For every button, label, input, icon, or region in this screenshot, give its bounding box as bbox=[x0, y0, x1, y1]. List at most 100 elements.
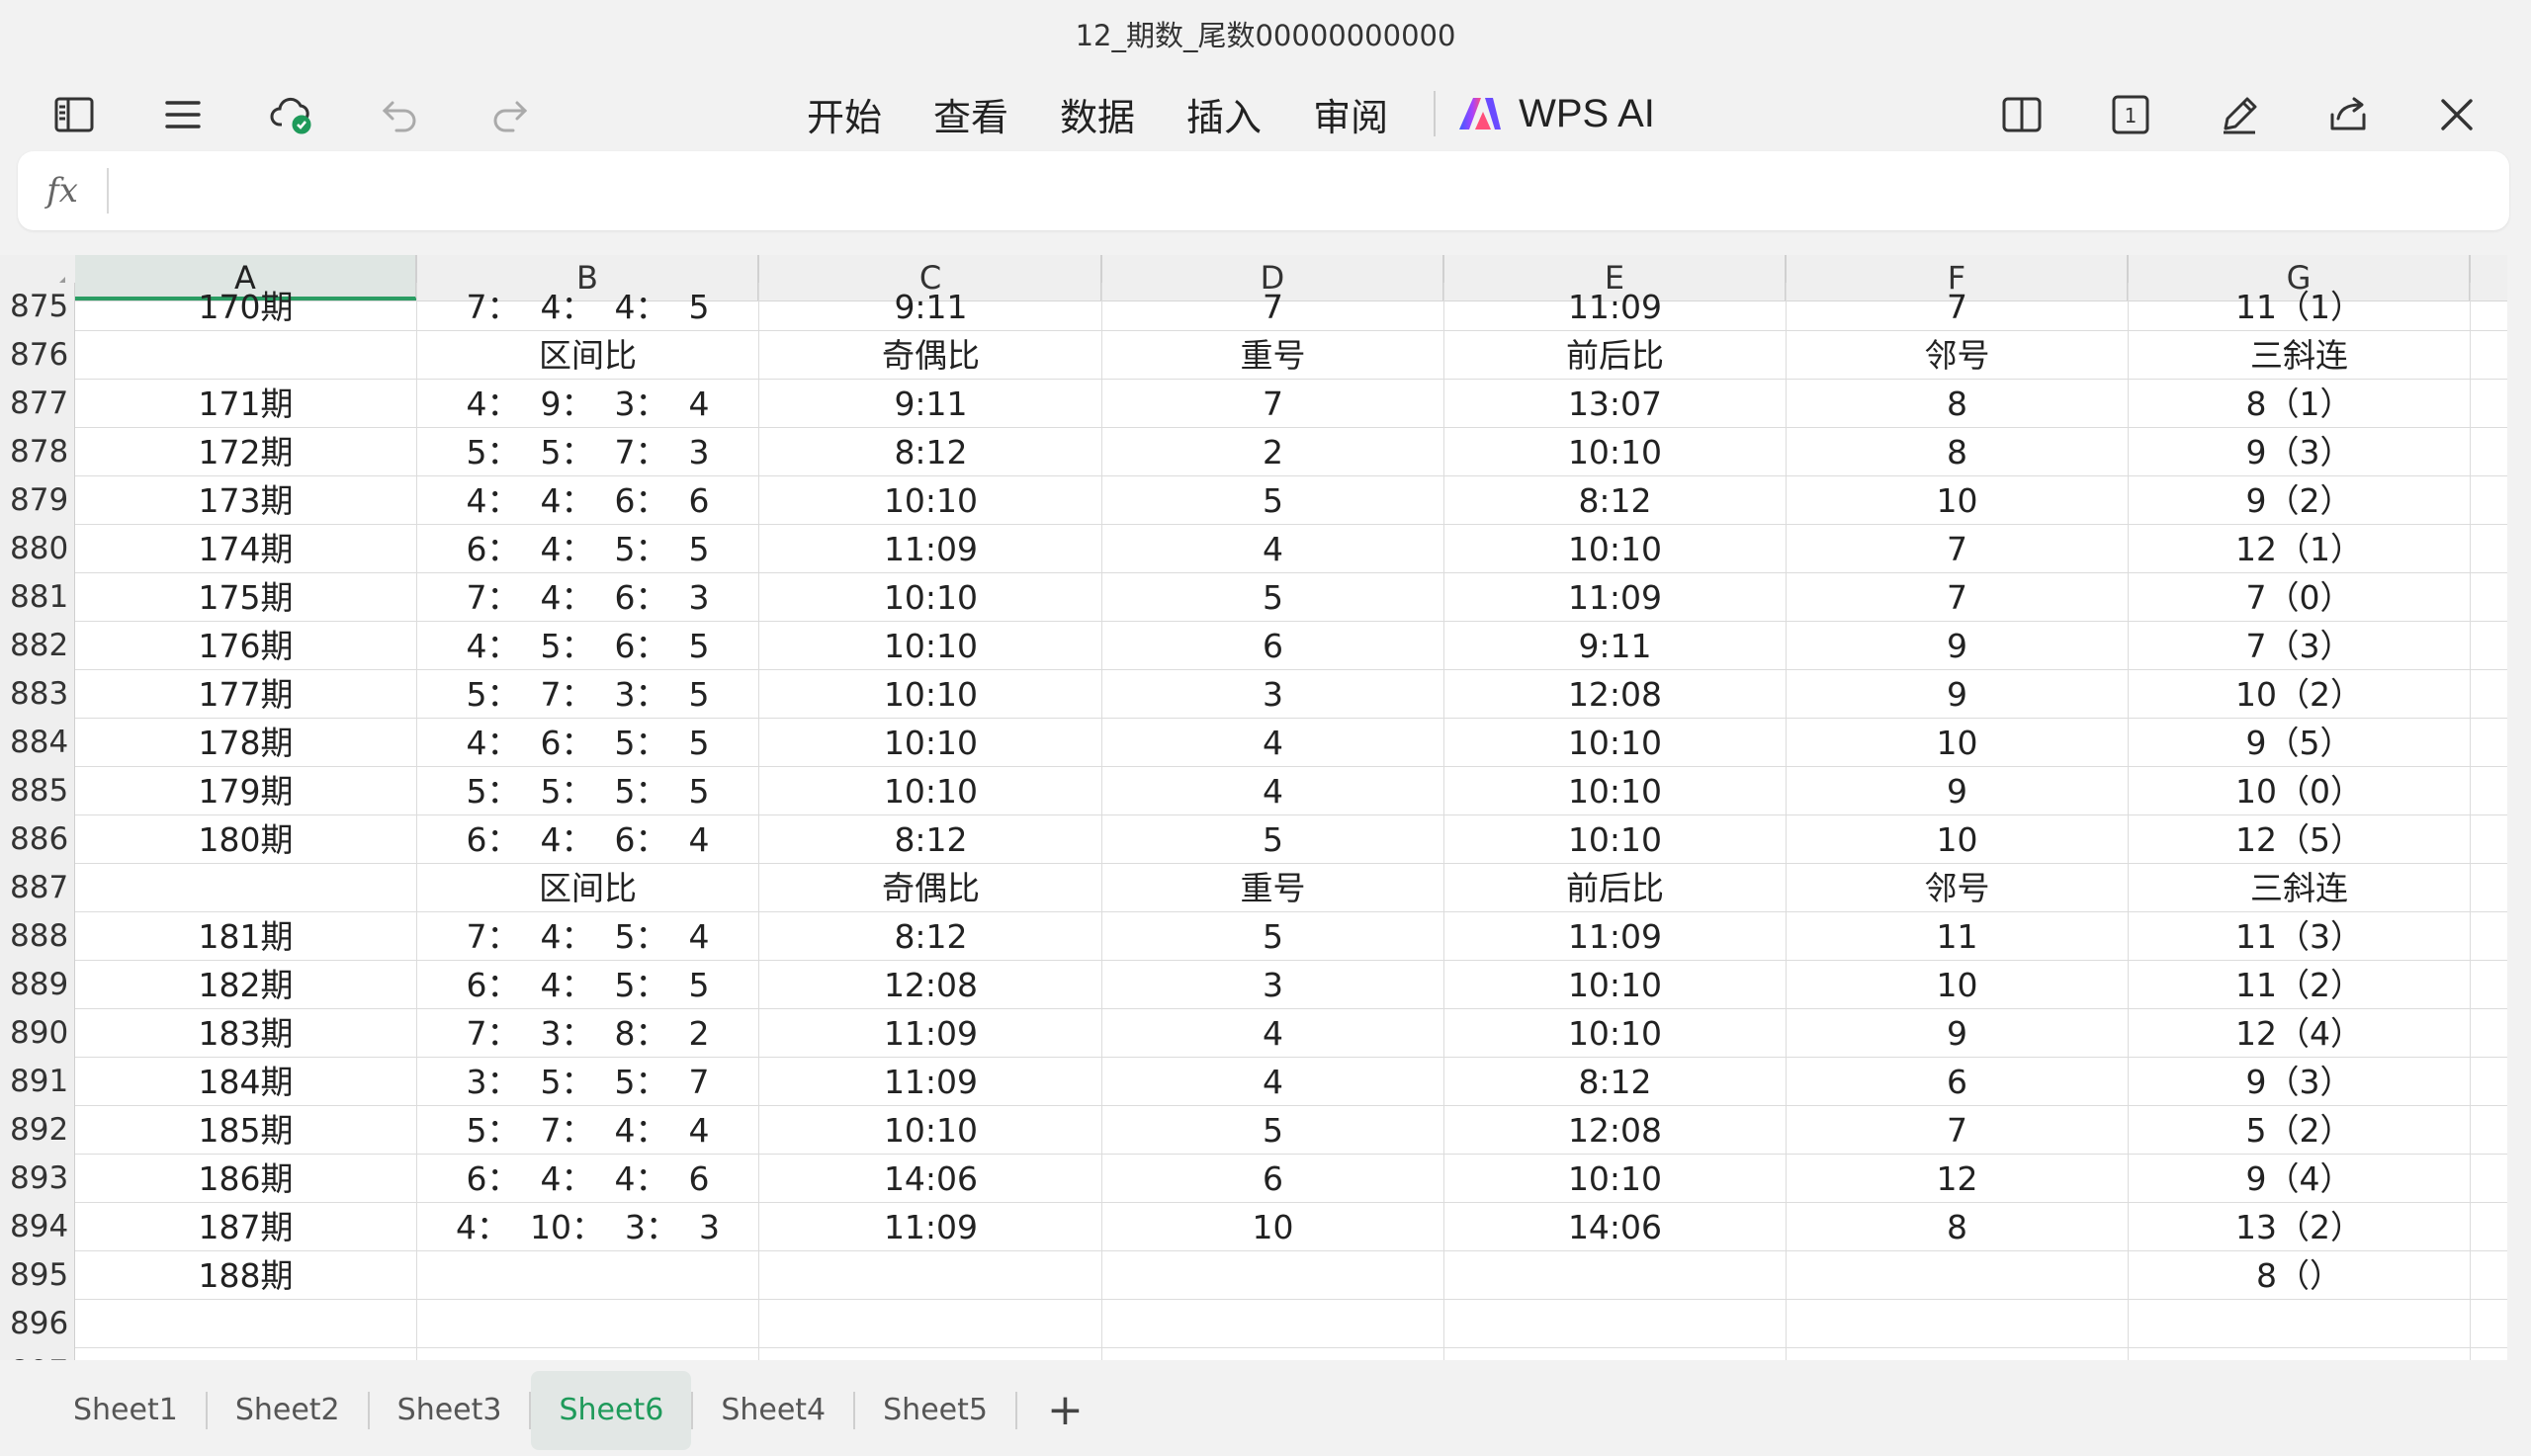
cell-e883[interactable]: 12:08 bbox=[1444, 670, 1787, 719]
cell-b886[interactable]: 6： 4： 6： 4 bbox=[417, 815, 759, 864]
cell-c892[interactable]: 10:10 bbox=[760, 1106, 1102, 1155]
cell-d880[interactable]: 4 bbox=[1102, 525, 1444, 573]
cell-b880[interactable]: 6： 4： 5： 5 bbox=[417, 525, 759, 573]
tab-sheet2[interactable]: Sheet2 bbox=[208, 1371, 368, 1450]
cell-e875[interactable]: 11:09 bbox=[1444, 283, 1787, 331]
page-count-icon[interactable]: 1 bbox=[2102, 86, 2159, 143]
cell-g879[interactable]: 9（2） bbox=[2129, 476, 2471, 525]
cell-d886[interactable]: 5 bbox=[1102, 815, 1444, 864]
cell-a876[interactable] bbox=[75, 331, 417, 380]
cell-g883[interactable]: 10（2） bbox=[2129, 670, 2471, 719]
cell-d887[interactable]: 重号 bbox=[1102, 864, 1444, 912]
cell-e877[interactable]: 13:07 bbox=[1444, 380, 1787, 428]
cell-e882[interactable]: 9:11 bbox=[1444, 622, 1787, 670]
row-number[interactable]: 895 bbox=[0, 1251, 75, 1300]
cell-g893[interactable]: 9（4） bbox=[2129, 1155, 2471, 1203]
cell-c893[interactable]: 14:06 bbox=[760, 1155, 1102, 1203]
cell-d891[interactable]: 4 bbox=[1102, 1058, 1444, 1106]
cell-f884[interactable]: 10 bbox=[1787, 719, 2129, 767]
cell-g890[interactable]: 12（4） bbox=[2129, 1009, 2471, 1058]
cell-b894[interactable]: 4： 10： 3： 3 bbox=[417, 1203, 759, 1251]
cell-e892[interactable]: 12:08 bbox=[1444, 1106, 1787, 1155]
cell-b890[interactable]: 7： 3： 8： 2 bbox=[417, 1009, 759, 1058]
cell-g889[interactable]: 11（2） bbox=[2129, 961, 2471, 1009]
cell-g880[interactable]: 12（1） bbox=[2129, 525, 2471, 573]
cell-e878[interactable]: 10:10 bbox=[1444, 428, 1787, 476]
cell-e880[interactable]: 10:10 bbox=[1444, 525, 1787, 573]
cell-c879[interactable]: 10:10 bbox=[760, 476, 1102, 525]
cell-c875[interactable]: 9:11 bbox=[760, 283, 1102, 331]
cell-d888[interactable]: 5 bbox=[1102, 912, 1444, 961]
cell-g895[interactable]: 8（） bbox=[2129, 1251, 2471, 1300]
cell-d882[interactable]: 6 bbox=[1102, 622, 1444, 670]
cell-d875[interactable]: 7 bbox=[1102, 283, 1444, 331]
cell-b878[interactable]: 5： 5： 7： 3 bbox=[417, 428, 759, 476]
cell-e891[interactable]: 8:12 bbox=[1444, 1058, 1787, 1106]
cell-d889[interactable]: 3 bbox=[1102, 961, 1444, 1009]
cell-a887[interactable] bbox=[75, 864, 417, 912]
cell-e890[interactable]: 10:10 bbox=[1444, 1009, 1787, 1058]
cell-c884[interactable]: 10:10 bbox=[760, 719, 1102, 767]
cell-a894[interactable]: 187期 bbox=[75, 1203, 417, 1251]
cell-c882[interactable]: 10:10 bbox=[760, 622, 1102, 670]
cell-e887[interactable]: 前后比 bbox=[1444, 864, 1787, 912]
cell-b895[interactable] bbox=[417, 1251, 759, 1300]
cell-g892[interactable]: 5（2） bbox=[2129, 1106, 2471, 1155]
cell-c881[interactable]: 10:10 bbox=[760, 573, 1102, 622]
cell-d879[interactable]: 5 bbox=[1102, 476, 1444, 525]
cell-b893[interactable]: 6： 4： 4： 6 bbox=[417, 1155, 759, 1203]
cell-d885[interactable]: 4 bbox=[1102, 767, 1444, 815]
row-number[interactable]: 893 bbox=[0, 1155, 75, 1203]
cell-f894[interactable]: 8 bbox=[1787, 1203, 2129, 1251]
menu-item-insert[interactable]: 插入 bbox=[1161, 87, 1287, 141]
cell-g875[interactable]: 11（1） bbox=[2129, 283, 2471, 331]
cell-e888[interactable]: 11:09 bbox=[1444, 912, 1787, 961]
cell-d892[interactable]: 5 bbox=[1102, 1106, 1444, 1155]
cell-d897[interactable] bbox=[1102, 1348, 1444, 1360]
cell-c886[interactable]: 8:12 bbox=[760, 815, 1102, 864]
cell-g886[interactable]: 12（5） bbox=[2129, 815, 2471, 864]
formula-input[interactable] bbox=[109, 151, 2509, 230]
cell-f880[interactable]: 7 bbox=[1787, 525, 2129, 573]
cell-c876[interactable]: 奇偶比 bbox=[760, 331, 1102, 380]
cell-b885[interactable]: 5： 5： 5： 5 bbox=[417, 767, 759, 815]
wps-ai-button[interactable]: WPS AI bbox=[1455, 92, 1655, 136]
cell-f891[interactable]: 6 bbox=[1787, 1058, 2129, 1106]
cell-g881[interactable]: 7（0） bbox=[2129, 573, 2471, 622]
cell-b889[interactable]: 6： 4： 5： 5 bbox=[417, 961, 759, 1009]
cell-f878[interactable]: 8 bbox=[1787, 428, 2129, 476]
cell-c894[interactable]: 11:09 bbox=[760, 1203, 1102, 1251]
cell-c885[interactable]: 10:10 bbox=[760, 767, 1102, 815]
cell-b897[interactable] bbox=[417, 1348, 759, 1360]
cell-c883[interactable]: 10:10 bbox=[760, 670, 1102, 719]
split-view-icon[interactable] bbox=[1993, 86, 2051, 143]
cell-g891[interactable]: 9（3） bbox=[2129, 1058, 2471, 1106]
cell-g876[interactable]: 三斜连 bbox=[2129, 331, 2471, 380]
cell-d883[interactable]: 3 bbox=[1102, 670, 1444, 719]
cell-f882[interactable]: 9 bbox=[1787, 622, 2129, 670]
cell-d896[interactable] bbox=[1102, 1300, 1444, 1348]
cell-c880[interactable]: 11:09 bbox=[760, 525, 1102, 573]
cell-f881[interactable]: 7 bbox=[1787, 573, 2129, 622]
cell-e893[interactable]: 10:10 bbox=[1444, 1155, 1787, 1203]
cell-c896[interactable] bbox=[760, 1300, 1102, 1348]
cell-c878[interactable]: 8:12 bbox=[760, 428, 1102, 476]
cell-g894[interactable]: 13（2） bbox=[2129, 1203, 2471, 1251]
menu-item-review[interactable]: 审阅 bbox=[1287, 87, 1414, 141]
cell-g897[interactable] bbox=[2129, 1348, 2471, 1360]
cell-d895[interactable] bbox=[1102, 1251, 1444, 1300]
cell-f876[interactable]: 邻号 bbox=[1787, 331, 2129, 380]
row-number[interactable]: 894 bbox=[0, 1203, 75, 1251]
cell-b881[interactable]: 7： 4： 6： 3 bbox=[417, 573, 759, 622]
menu-item-data[interactable]: 数据 bbox=[1034, 87, 1161, 141]
row-number[interactable]: 892 bbox=[0, 1106, 75, 1155]
cell-b875[interactable]: 7： 4： 4： 5 bbox=[417, 283, 759, 331]
cell-f895[interactable] bbox=[1787, 1251, 2129, 1300]
row-number[interactable]: 883 bbox=[0, 670, 75, 719]
cell-f888[interactable]: 11 bbox=[1787, 912, 2129, 961]
cell-a884[interactable]: 178期 bbox=[75, 719, 417, 767]
cell-b888[interactable]: 7： 4： 5： 4 bbox=[417, 912, 759, 961]
cell-f886[interactable]: 10 bbox=[1787, 815, 2129, 864]
cell-c897[interactable] bbox=[760, 1348, 1102, 1360]
cell-b887[interactable]: 区间比 bbox=[417, 864, 759, 912]
